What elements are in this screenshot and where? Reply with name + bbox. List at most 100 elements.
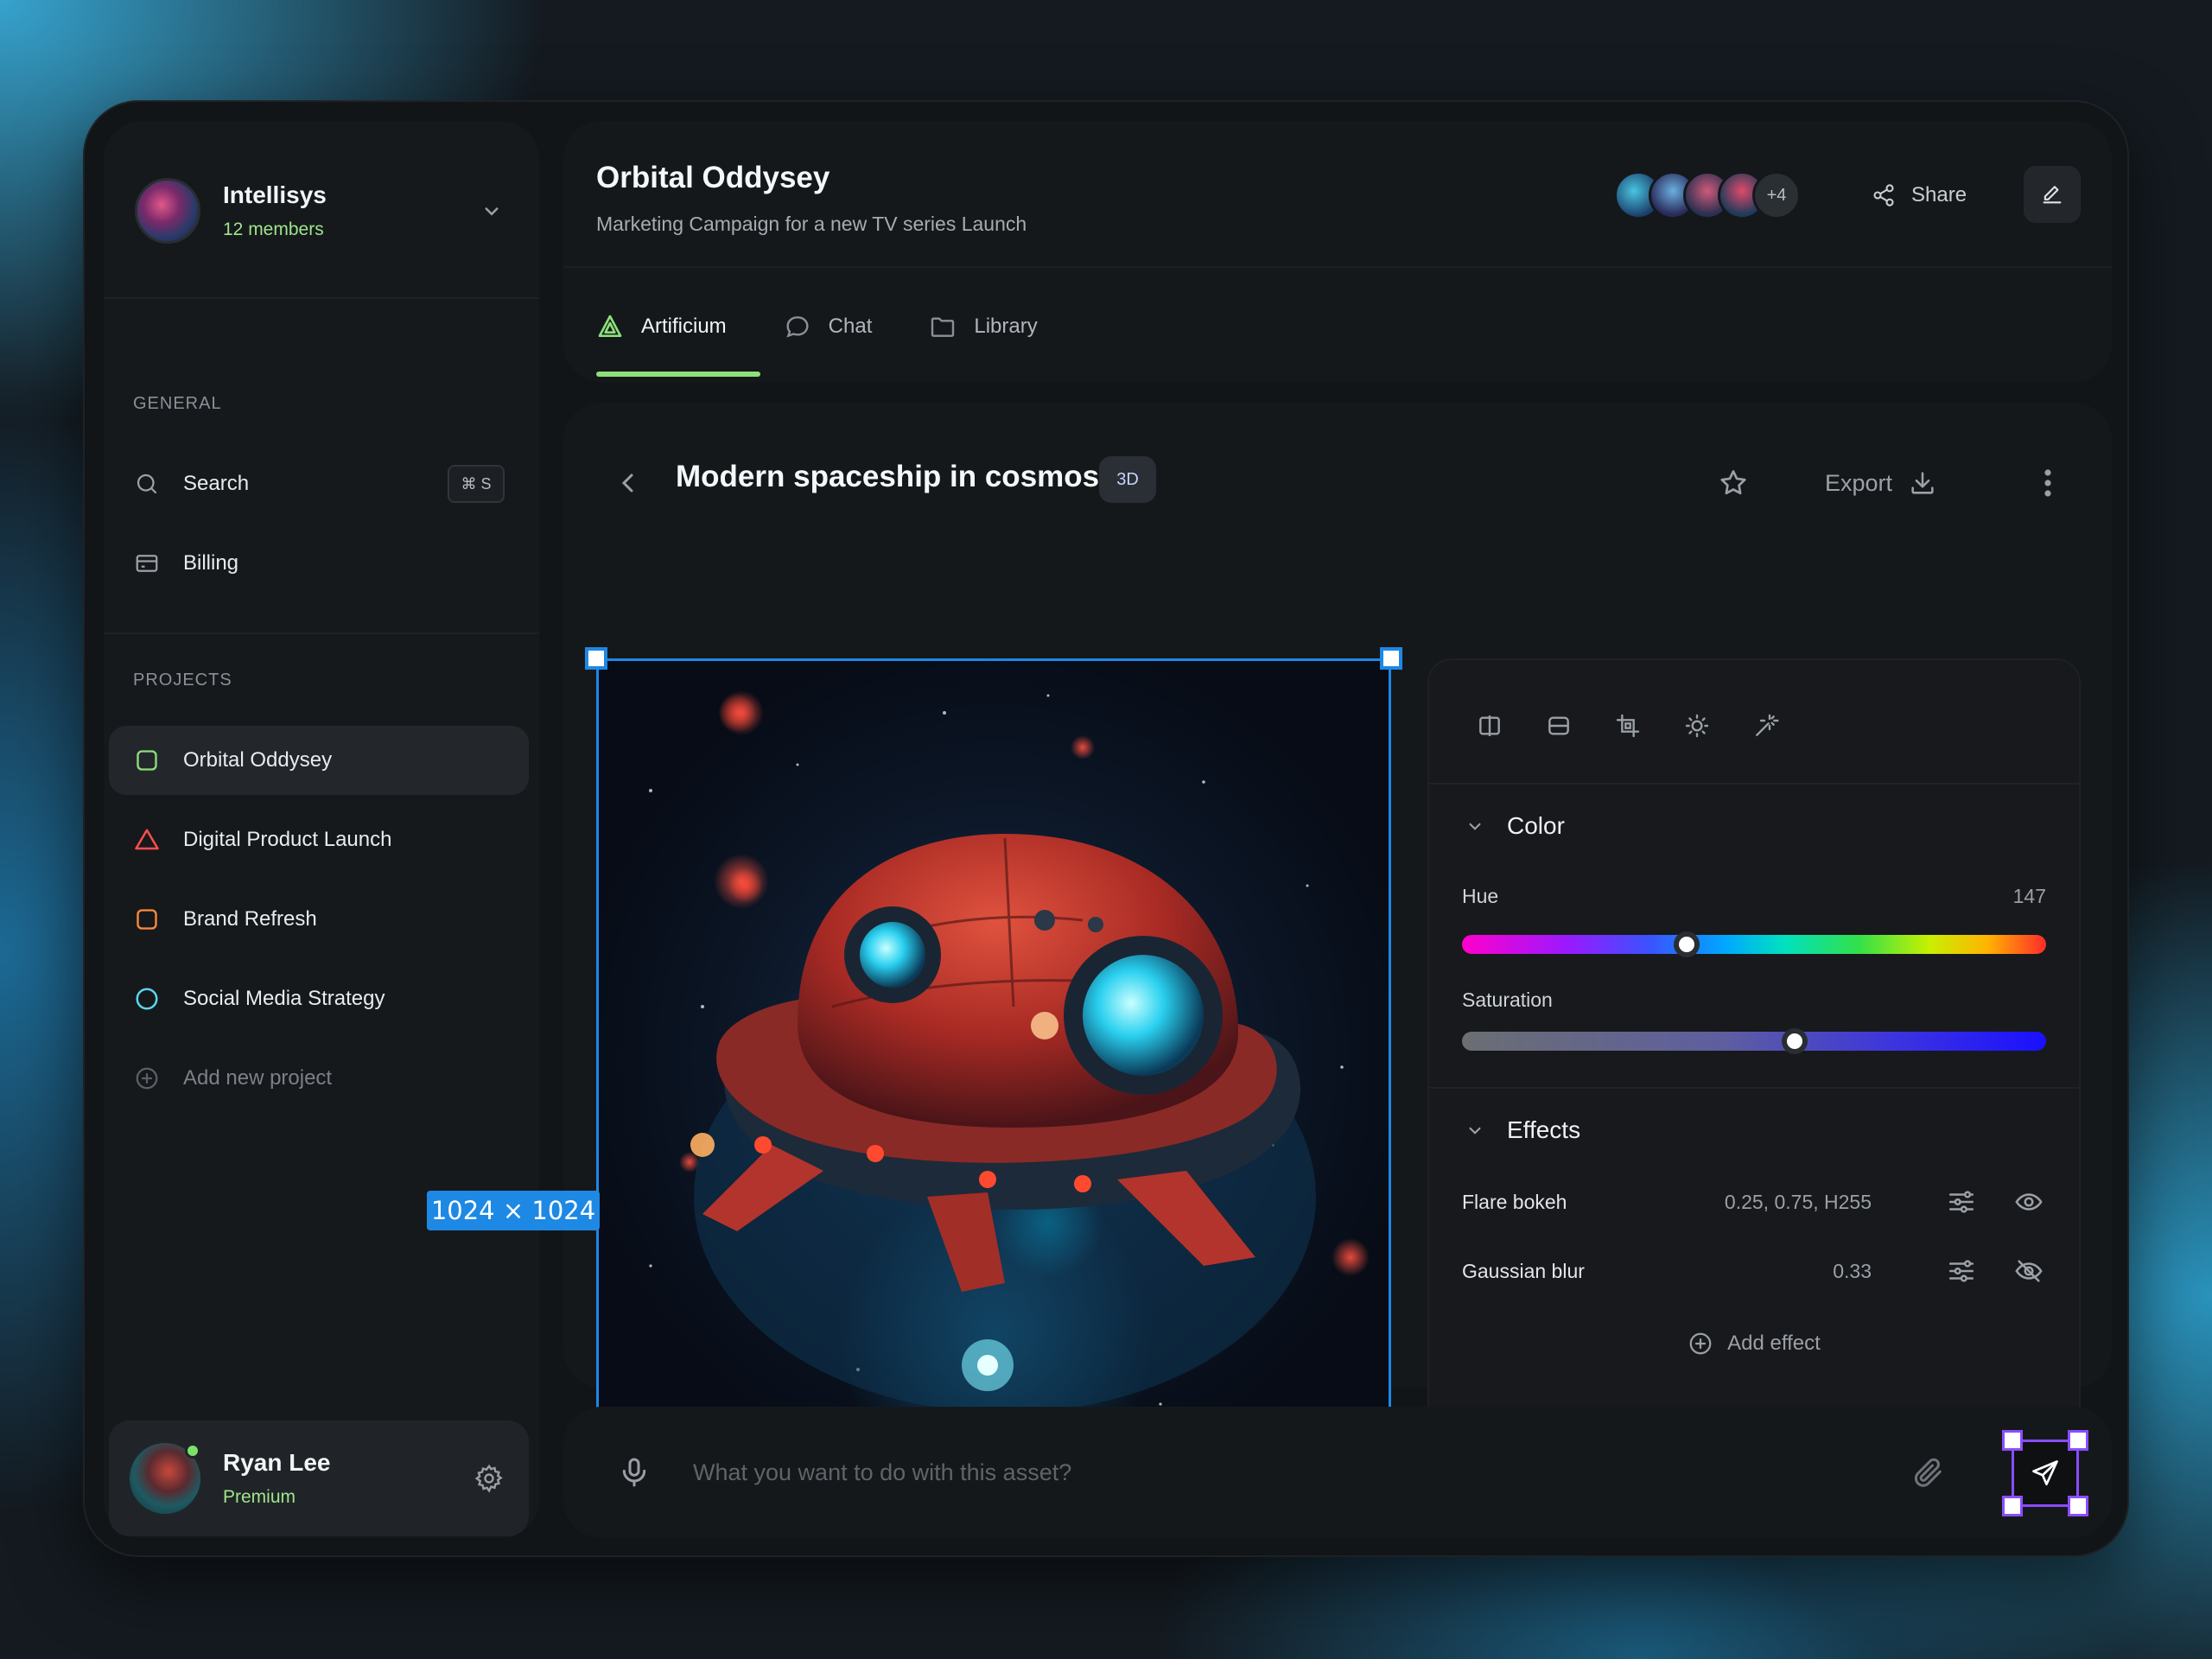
effect-value: 0.33 [1833, 1259, 1872, 1282]
dimensions-badge: 1024 × 1024 [427, 1191, 600, 1230]
selection-handle [2068, 1496, 2088, 1516]
avatar [130, 1443, 200, 1514]
collaborator-avatars[interactable]: +4 [1614, 171, 1801, 219]
user-profile-card[interactable]: Ryan Lee Premium [109, 1421, 529, 1536]
eye-off-icon[interactable] [2012, 1254, 2046, 1288]
star-icon[interactable] [1718, 467, 1749, 499]
resize-handle-top-right[interactable] [1380, 647, 1402, 670]
sidebar-item-label: Billing [183, 551, 239, 575]
tab-artificium[interactable]: Artificium [596, 283, 760, 377]
project-square-icon [133, 747, 161, 774]
chevron-down-icon[interactable] [479, 198, 505, 224]
credit-card-icon [133, 550, 161, 577]
sliders-icon[interactable] [1944, 1185, 1979, 1219]
tool-bar [1472, 709, 1818, 743]
tab-bar: Artificium Chat Library [596, 283, 1095, 377]
paperclip-icon[interactable] [1911, 1455, 1946, 1490]
export-button[interactable]: Export [1825, 461, 1937, 505]
pencil-icon [2043, 186, 2062, 204]
plus-circle-icon [1689, 1332, 1712, 1355]
project-item-social-media-strategy[interactable]: Social Media Strategy [109, 964, 529, 1033]
effect-name: Gaussian blur [1462, 1259, 1585, 1282]
resize-handle-top-left[interactable] [585, 647, 607, 670]
edit-button[interactable] [2024, 166, 2081, 223]
project-item-brand-refresh[interactable]: Brand Refresh [109, 885, 529, 954]
sidebar-item-search[interactable]: Search ⌘ S [109, 449, 529, 518]
project-square-icon [133, 906, 161, 933]
project-header: Orbital Oddysey Marketing Campaign for a… [563, 121, 2112, 382]
magic-wand-icon[interactable] [1749, 709, 1783, 743]
asset-editor: Modern spaceship in cosmos 3D Export Col… [563, 403, 2112, 1465]
export-label: Export [1825, 469, 1893, 496]
tab-library[interactable]: Library [929, 283, 1038, 370]
prompt-bar [563, 1407, 2112, 1538]
sliders-icon[interactable] [1944, 1254, 1979, 1288]
spaceship-image [649, 690, 1370, 1437]
project-label: Social Media Strategy [183, 987, 385, 1010]
workspace-switcher[interactable]: Intellisys 12 members [133, 159, 510, 263]
workspace-members: 12 members [223, 219, 324, 239]
hue-slider[interactable] [1462, 931, 2046, 957]
prompt-input[interactable] [693, 1446, 1816, 1498]
plus-circle-icon [133, 1065, 161, 1092]
project-item-orbital-oddysey[interactable]: Orbital Oddysey [109, 726, 529, 795]
chevron-left-icon[interactable] [613, 467, 645, 499]
hue-slider-thumb[interactable] [1674, 931, 1700, 957]
more-vertical-icon[interactable] [2041, 467, 2055, 499]
share-label: Share [1911, 183, 1967, 207]
user-name: Ryan Lee [223, 1449, 331, 1476]
add-effect-button[interactable]: Add effect [1429, 1331, 2079, 1357]
app-window: Intellisys 12 members GENERAL Search ⌘ S… [83, 100, 2129, 1557]
tab-label: Library [974, 315, 1038, 338]
more-collaborators-count: +4 [1752, 171, 1801, 219]
saturation-slider[interactable] [1462, 1028, 2046, 1054]
effect-value: 0.25, 0.75, H255 [1724, 1190, 1872, 1213]
project-item-digital-product-launch[interactable]: Digital Product Launch [109, 805, 529, 874]
tab-label: Artificium [641, 315, 727, 338]
project-label: Orbital Oddysey [183, 748, 333, 772]
saturation-label: Saturation [1462, 988, 1553, 1011]
add-effect-label: Add effect [1727, 1332, 1821, 1355]
selection-handle [2068, 1430, 2088, 1451]
add-project-button[interactable]: Add new project [109, 1044, 529, 1113]
section-title: Color [1507, 812, 1565, 839]
sidebar: Intellisys 12 members GENERAL Search ⌘ S… [104, 121, 539, 1538]
gear-icon[interactable] [474, 1463, 505, 1494]
divider [104, 632, 539, 634]
projects-section-label: PROJECTS [133, 671, 232, 690]
align-icon[interactable] [1541, 709, 1576, 743]
brightness-icon[interactable] [1680, 709, 1714, 743]
artificium-icon [598, 315, 622, 337]
asset-title: Modern spaceship in cosmos [676, 460, 1100, 493]
online-status-dot [185, 1443, 200, 1459]
project-circle-icon [133, 985, 161, 1013]
send-button[interactable] [2002, 1430, 2088, 1516]
color-section-toggle[interactable]: Color [1464, 812, 1565, 840]
selection-handle [2002, 1496, 2023, 1516]
page-subtitle: Marketing Campaign for a new TV series L… [596, 213, 1027, 235]
workspace-name: Intellisys [223, 181, 327, 208]
divider [563, 266, 2112, 268]
active-tab-indicator [596, 372, 760, 377]
asset-type-badge: 3D [1099, 456, 1156, 503]
eye-icon[interactable] [2012, 1185, 2046, 1219]
general-section-label: GENERAL [133, 394, 222, 413]
sidebar-item-billing[interactable]: Billing [109, 529, 529, 598]
asset-canvas[interactable] [596, 658, 1391, 1453]
crop-icon[interactable] [1611, 709, 1645, 743]
effects-section-toggle[interactable]: Effects [1464, 1116, 1580, 1144]
search-icon [133, 470, 161, 498]
saturation-slider-thumb[interactable] [1782, 1028, 1808, 1054]
adjustments-panel: Color Hue 147 Saturation Effects Flare b… [1427, 658, 2081, 1453]
divider [1429, 1087, 2079, 1089]
microphone-icon[interactable] [617, 1455, 652, 1490]
chevron-down-icon [1469, 823, 1481, 830]
workspace-avatar [135, 178, 200, 244]
project-label: Brand Refresh [183, 907, 317, 931]
share-button[interactable]: Share [1872, 171, 1967, 219]
send-icon [2032, 1460, 2058, 1486]
download-icon [1911, 472, 1934, 494]
flip-icon[interactable] [1472, 709, 1507, 743]
effect-row-gaussian-blur: Gaussian blur 0.33 [1462, 1249, 2046, 1293]
tab-chat[interactable]: Chat [784, 283, 872, 370]
